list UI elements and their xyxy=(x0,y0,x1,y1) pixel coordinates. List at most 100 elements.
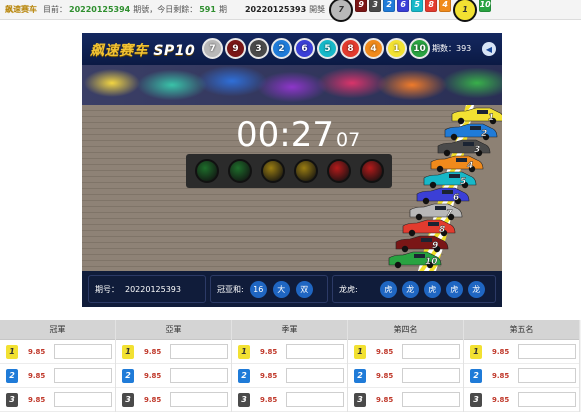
bet-amount-input[interactable] xyxy=(286,368,344,383)
betting-table: 冠軍 1 9.85 2 9.85 3 9.85 亞軍 1 9.85 2 9.85 3 9.85 季軍 1 9.8… xyxy=(0,320,581,412)
sum-parity: 双 xyxy=(295,280,313,298)
race-car: 5 xyxy=(423,171,477,189)
result-number-badge: 10 xyxy=(479,0,492,12)
bet-amount-input[interactable] xyxy=(170,344,228,359)
current-period: 20220125394 xyxy=(69,5,131,14)
bet-number-badge: 1 xyxy=(354,344,366,359)
race-car: 3 xyxy=(437,139,491,157)
bet-amount-input[interactable] xyxy=(54,344,112,359)
bet-amount-input[interactable] xyxy=(402,368,460,383)
bet-number-badge: 2 xyxy=(238,368,250,383)
countdown-main: 00:27 xyxy=(236,115,334,155)
dragon-tiger-box: 龙虎: 虎龙虎虎龙 xyxy=(332,275,496,303)
bet-number-badge: 1 xyxy=(238,344,250,359)
period-label: 期号： xyxy=(95,284,119,294)
bet-odds: 9.85 xyxy=(144,371,162,380)
bet-odds: 9.85 xyxy=(376,371,394,380)
start-light xyxy=(227,159,252,183)
race-car: 8 xyxy=(402,219,456,237)
race-car: 1 xyxy=(451,107,502,125)
draw-info-bar: 期号： 20220125393 冠亚和: 16 大 双 龙虎: 虎龙虎虎龙 xyxy=(82,271,502,307)
remaining-count: 591 xyxy=(199,5,216,14)
bet-odds: 9.85 xyxy=(376,395,394,404)
bet-row: 1 9.85 xyxy=(116,340,231,364)
car-number: 9 xyxy=(432,241,438,251)
car-number: 10 xyxy=(425,257,438,267)
result-number-badge: 3 xyxy=(369,0,382,12)
bet-column-header: 冠軍 xyxy=(0,320,115,340)
bet-amount-input[interactable] xyxy=(54,368,112,383)
bet-amount-input[interactable] xyxy=(402,344,460,359)
bet-amount-input[interactable] xyxy=(54,392,112,407)
bet-amount-input[interactable] xyxy=(518,368,576,383)
bet-number-badge: 1 xyxy=(470,344,482,359)
bet-amount-input[interactable] xyxy=(518,344,576,359)
bet-row: 3 9.85 xyxy=(0,388,115,412)
bet-row: 1 9.85 xyxy=(464,340,579,364)
countdown-ms: 07 xyxy=(335,129,361,151)
last-period: 20220125393 xyxy=(244,5,307,14)
last-draw-results: 7 9 3 2 6 5 8 4 1 10 xyxy=(329,0,493,22)
bet-amount-input[interactable] xyxy=(170,392,228,407)
race-car: 4 xyxy=(430,155,484,173)
bet-column: 第五名 1 9.85 2 9.85 3 9.85 xyxy=(464,320,580,412)
bet-number-badge: 2 xyxy=(470,368,482,383)
bet-number-badge: 3 xyxy=(238,392,250,407)
race-game-panel: 飙速赛车 SP10 7 9 3 2 6 5 8 4 1 10 期数：393 ◀ 123456789… xyxy=(82,33,502,271)
result-number-badge: 8 xyxy=(425,0,438,12)
bet-number-badge: 2 xyxy=(354,368,366,383)
start-light xyxy=(326,159,351,183)
bet-row: 1 9.85 xyxy=(348,340,463,364)
result-number-badge: 6 xyxy=(397,0,410,12)
sum-label: 冠亚和: xyxy=(217,284,244,294)
bet-odds: 9.85 xyxy=(28,371,46,380)
bet-row: 3 9.85 xyxy=(116,388,231,412)
countdown-timer: 00:27 07 xyxy=(236,115,360,155)
bet-column: 亞軍 1 9.85 2 9.85 3 9.85 xyxy=(116,320,232,412)
period-value: 20220125393 xyxy=(125,284,181,294)
dragon-tiger-result: 龙 xyxy=(467,280,485,298)
car-number: 1 xyxy=(488,113,494,123)
dragon-tiger-result: 龙 xyxy=(401,280,419,298)
result-number-badge: 1 xyxy=(453,0,478,22)
bet-row: 3 9.85 xyxy=(464,388,579,412)
bet-odds: 9.85 xyxy=(492,347,510,356)
bet-number-badge: 3 xyxy=(6,392,18,407)
bet-amount-input[interactable] xyxy=(518,392,576,407)
bet-odds: 9.85 xyxy=(144,347,162,356)
bet-amount-input[interactable] xyxy=(286,344,344,359)
top-status-bar: 飙速赛车 目前： 20220125394 期號，今日剩餘： 591 期 2022… xyxy=(0,0,581,22)
bet-odds: 9.85 xyxy=(28,395,46,404)
car-number: 2 xyxy=(481,129,487,139)
start-lights xyxy=(186,154,392,188)
bet-number-badge: 2 xyxy=(6,368,18,383)
car-number: 7 xyxy=(446,209,453,219)
race-car: 2 xyxy=(444,123,498,141)
bet-column-header: 亞軍 xyxy=(116,320,231,340)
bet-row: 2 9.85 xyxy=(464,364,579,388)
bet-amount-input[interactable] xyxy=(402,392,460,407)
dragon-tiger-label: 龙虎: xyxy=(339,284,358,294)
period-box: 期号： 20220125393 xyxy=(88,275,206,303)
bet-odds: 9.85 xyxy=(28,347,46,356)
period-remaining-label: 期號，今日剩餘： xyxy=(133,5,198,14)
bet-column-header: 第四名 xyxy=(348,320,463,340)
bet-row: 2 9.85 xyxy=(116,364,231,388)
bet-amount-input[interactable] xyxy=(170,368,228,383)
result-number-badge: 5 xyxy=(411,0,424,12)
start-light xyxy=(194,159,219,183)
bet-amount-input[interactable] xyxy=(286,392,344,407)
dragon-tiger-result: 虎 xyxy=(379,280,397,298)
race-car: 7 xyxy=(409,203,463,221)
bet-number-badge: 1 xyxy=(122,344,134,359)
sum-box: 冠亚和: 16 大 双 xyxy=(210,275,328,303)
bet-number-badge: 3 xyxy=(122,392,134,407)
bet-odds: 9.85 xyxy=(260,395,278,404)
race-car: 10 xyxy=(388,251,442,269)
start-light xyxy=(293,159,318,183)
bet-column: 冠軍 1 9.85 2 9.85 3 9.85 xyxy=(0,320,116,412)
bet-odds: 9.85 xyxy=(260,347,278,356)
bet-column: 第四名 1 9.85 2 9.85 3 9.85 xyxy=(348,320,464,412)
race-car: 9 xyxy=(395,235,449,253)
current-label: 目前： xyxy=(43,5,67,14)
